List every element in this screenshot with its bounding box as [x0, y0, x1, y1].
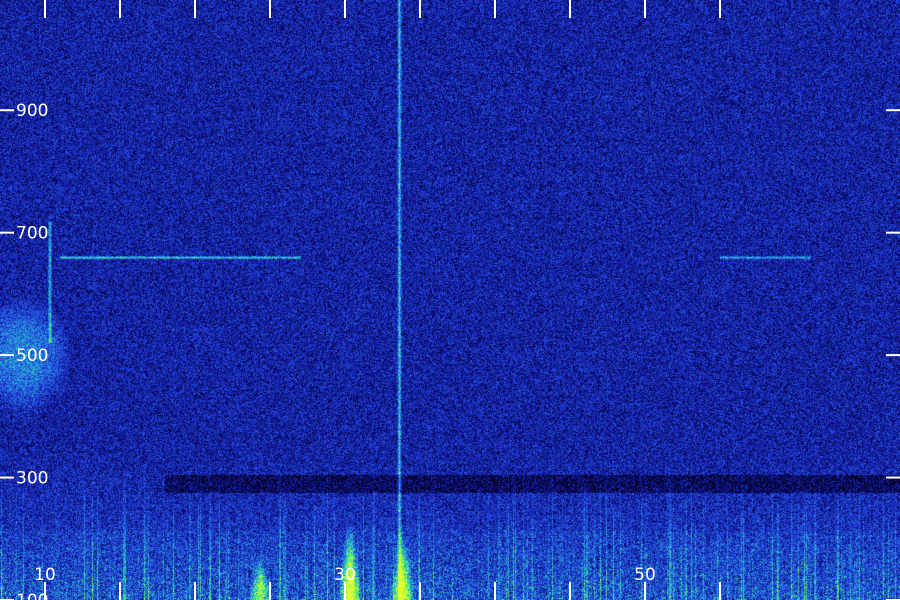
x-tick-label: 10 — [34, 565, 56, 585]
y-tick-label: 700 — [16, 224, 48, 244]
y-tick-label: 900 — [16, 101, 48, 121]
x-axis-ticks: 10 30 50 — [34, 0, 721, 600]
y-tick-label: 500 — [16, 346, 48, 366]
x-tick-label: 50 — [634, 565, 656, 585]
x-tick-label: 30 — [334, 565, 356, 585]
y-axis-ticks: 100 300 500 700 900 — [0, 101, 900, 600]
y-tick-label: 100 — [16, 591, 48, 600]
spectrogram-chart: 10 30 50 100 300 500 700 900 — [0, 0, 900, 600]
y-tick-label: 300 — [16, 469, 48, 489]
axes-overlay: 10 30 50 100 300 500 700 900 — [0, 0, 900, 600]
